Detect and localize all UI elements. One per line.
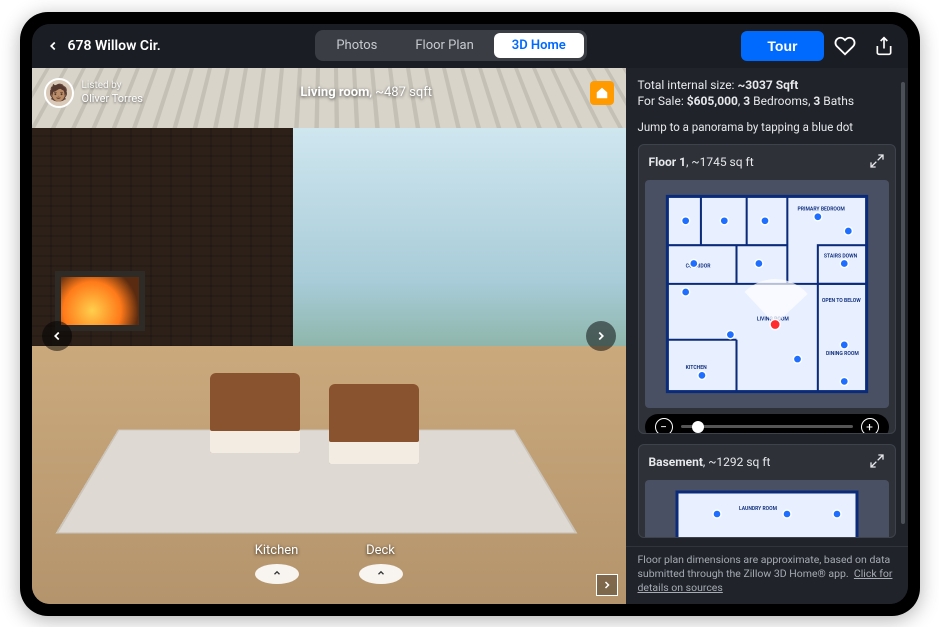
zoom-out-button[interactable]: − — [655, 418, 673, 434]
svg-text:PRIMARY BEDROOM: PRIMARY BEDROOM — [797, 206, 845, 212]
listing-summary: Total internal size: ~3037 Sqft For Sale… — [638, 78, 896, 110]
chevron-up-icon — [269, 568, 285, 578]
chevron-up-icon — [373, 568, 389, 578]
panorama-view[interactable]: 🧑🏽 Listed by Oliver Torres Living room, … — [32, 68, 626, 604]
zoom-slider[interactable] — [681, 425, 853, 428]
scrollbar[interactable] — [901, 82, 905, 524]
svg-text:OPEN TO BELOW: OPEN TO BELOW — [821, 298, 860, 304]
svg-text:LAUNDRY ROOM: LAUNDRY ROOM — [739, 506, 778, 512]
chevron-right-icon — [594, 329, 608, 343]
chevron-left-icon — [50, 329, 64, 343]
zillow-badge-icon[interactable] — [590, 81, 614, 105]
heart-icon[interactable] — [834, 35, 856, 57]
expand-icon — [869, 153, 885, 169]
panorama-hint: Jump to a panorama by tapping a blue dot — [638, 120, 896, 134]
tab-photos[interactable]: Photos — [318, 33, 395, 58]
chevron-right-boxed-icon — [601, 579, 613, 591]
top-bar: 678 Willow Cir. Photos Floor Plan 3D Hom… — [32, 24, 908, 68]
tab-3d-home[interactable]: 3D Home — [494, 33, 584, 58]
listed-by-label: Listed by — [82, 80, 143, 92]
floor-title: Floor 1, ~1745 sq ft — [649, 155, 754, 169]
expand-icon — [869, 453, 885, 469]
view-segmented-control: Photos Floor Plan 3D Home — [315, 30, 586, 61]
expand-floor-button[interactable] — [869, 453, 885, 472]
floor-title: Basement, ~1292 sq ft — [649, 455, 771, 469]
svg-text:KITCHEN: KITCHEN — [685, 365, 706, 371]
floor-card-basement: Basement, ~1292 sq ft LAUNDR — [638, 444, 896, 538]
current-room-label: Living room, ~487 sqft — [300, 85, 432, 100]
hotspot-kitchen[interactable]: Kitchen — [255, 543, 299, 584]
address-label: 678 Willow Cir. — [68, 38, 161, 54]
rug-decor — [55, 430, 578, 534]
tab-floor-plan[interactable]: Floor Plan — [397, 33, 491, 58]
chair-decor — [210, 373, 300, 453]
svg-text:STAIRS DOWN: STAIRS DOWN — [823, 253, 857, 259]
fireplace-decor — [55, 271, 145, 331]
svg-text:DINING ROOM: DINING ROOM — [825, 351, 858, 357]
minimap-toggle[interactable] — [596, 574, 618, 596]
hotspot-deck[interactable]: Deck — [359, 543, 403, 584]
back-button[interactable]: 678 Willow Cir. — [46, 38, 161, 54]
listing-agent[interactable]: 🧑🏽 Listed by Oliver Torres — [44, 78, 143, 108]
expand-floor-button[interactable] — [869, 153, 885, 172]
share-icon[interactable] — [874, 36, 894, 56]
zoom-control: − + — [645, 414, 889, 434]
tour-button[interactable]: Tour — [741, 31, 823, 61]
zoom-in-button[interactable]: + — [861, 418, 879, 434]
floor-card-1: Floor 1, ~1745 sq ft — [638, 144, 896, 434]
agent-name: Oliver Torres — [82, 92, 143, 105]
avatar: 🧑🏽 — [44, 78, 74, 108]
floor-plan-1[interactable]: PRIMARY BEDROOM LIVING ROOM KITCHEN DINI… — [645, 180, 889, 408]
floor-plan-basement[interactable]: LAUNDRY ROOM CLOSET CLOSET — [645, 480, 889, 538]
chevron-left-icon — [46, 39, 60, 53]
pano-prev-button[interactable] — [42, 321, 72, 351]
disclaimer: Floor plan dimensions are approximate, b… — [626, 546, 908, 604]
chair-decor — [329, 384, 419, 464]
side-panel: Total internal size: ~3037 Sqft For Sale… — [626, 68, 908, 604]
pano-next-button[interactable] — [586, 321, 616, 351]
